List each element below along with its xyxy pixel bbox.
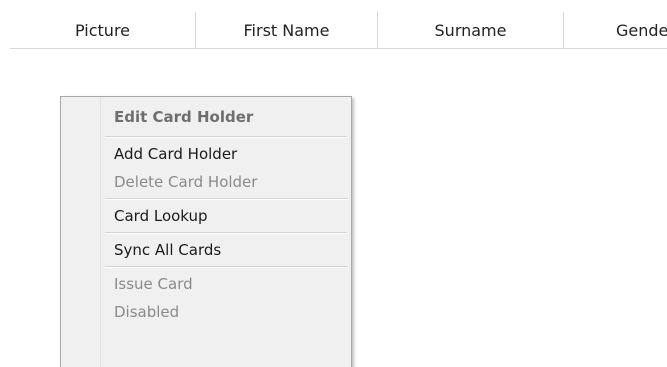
app-window: Picture First Name Surname Gender Edit C… [0,0,667,367]
menu-separator [105,232,347,234]
table-header: Picture First Name Surname Gender [10,12,667,49]
menu-item-sync-all-cards[interactable]: Sync All Cards [105,236,347,264]
column-header-picture[interactable]: Picture [10,12,196,48]
menu-header-edit-card-holder: Edit Card Holder [114,108,254,126]
menu-item-disabled: Disabled [114,303,180,321]
menu-separator [105,266,347,268]
column-header-surname[interactable]: Surname [378,12,564,48]
menu-separator [105,198,347,200]
context-menu: Edit Card Holder Add Card Holder Delete … [60,96,352,367]
menu-item-issue-card: Issue Card [114,275,193,293]
menu-icon-gutter [61,97,101,367]
menu-item-delete-card-holder: Delete Card Holder [114,173,258,191]
menu-item-card-lookup[interactable]: Card Lookup [105,202,347,230]
menu-item-add-card-holder[interactable]: Add Card Holder [105,140,347,168]
column-header-gender[interactable]: Gender [564,12,667,48]
column-header-first-name[interactable]: First Name [196,12,378,48]
menu-separator [105,136,347,138]
menu-items: Edit Card Holder Add Card Holder Delete … [105,100,347,326]
